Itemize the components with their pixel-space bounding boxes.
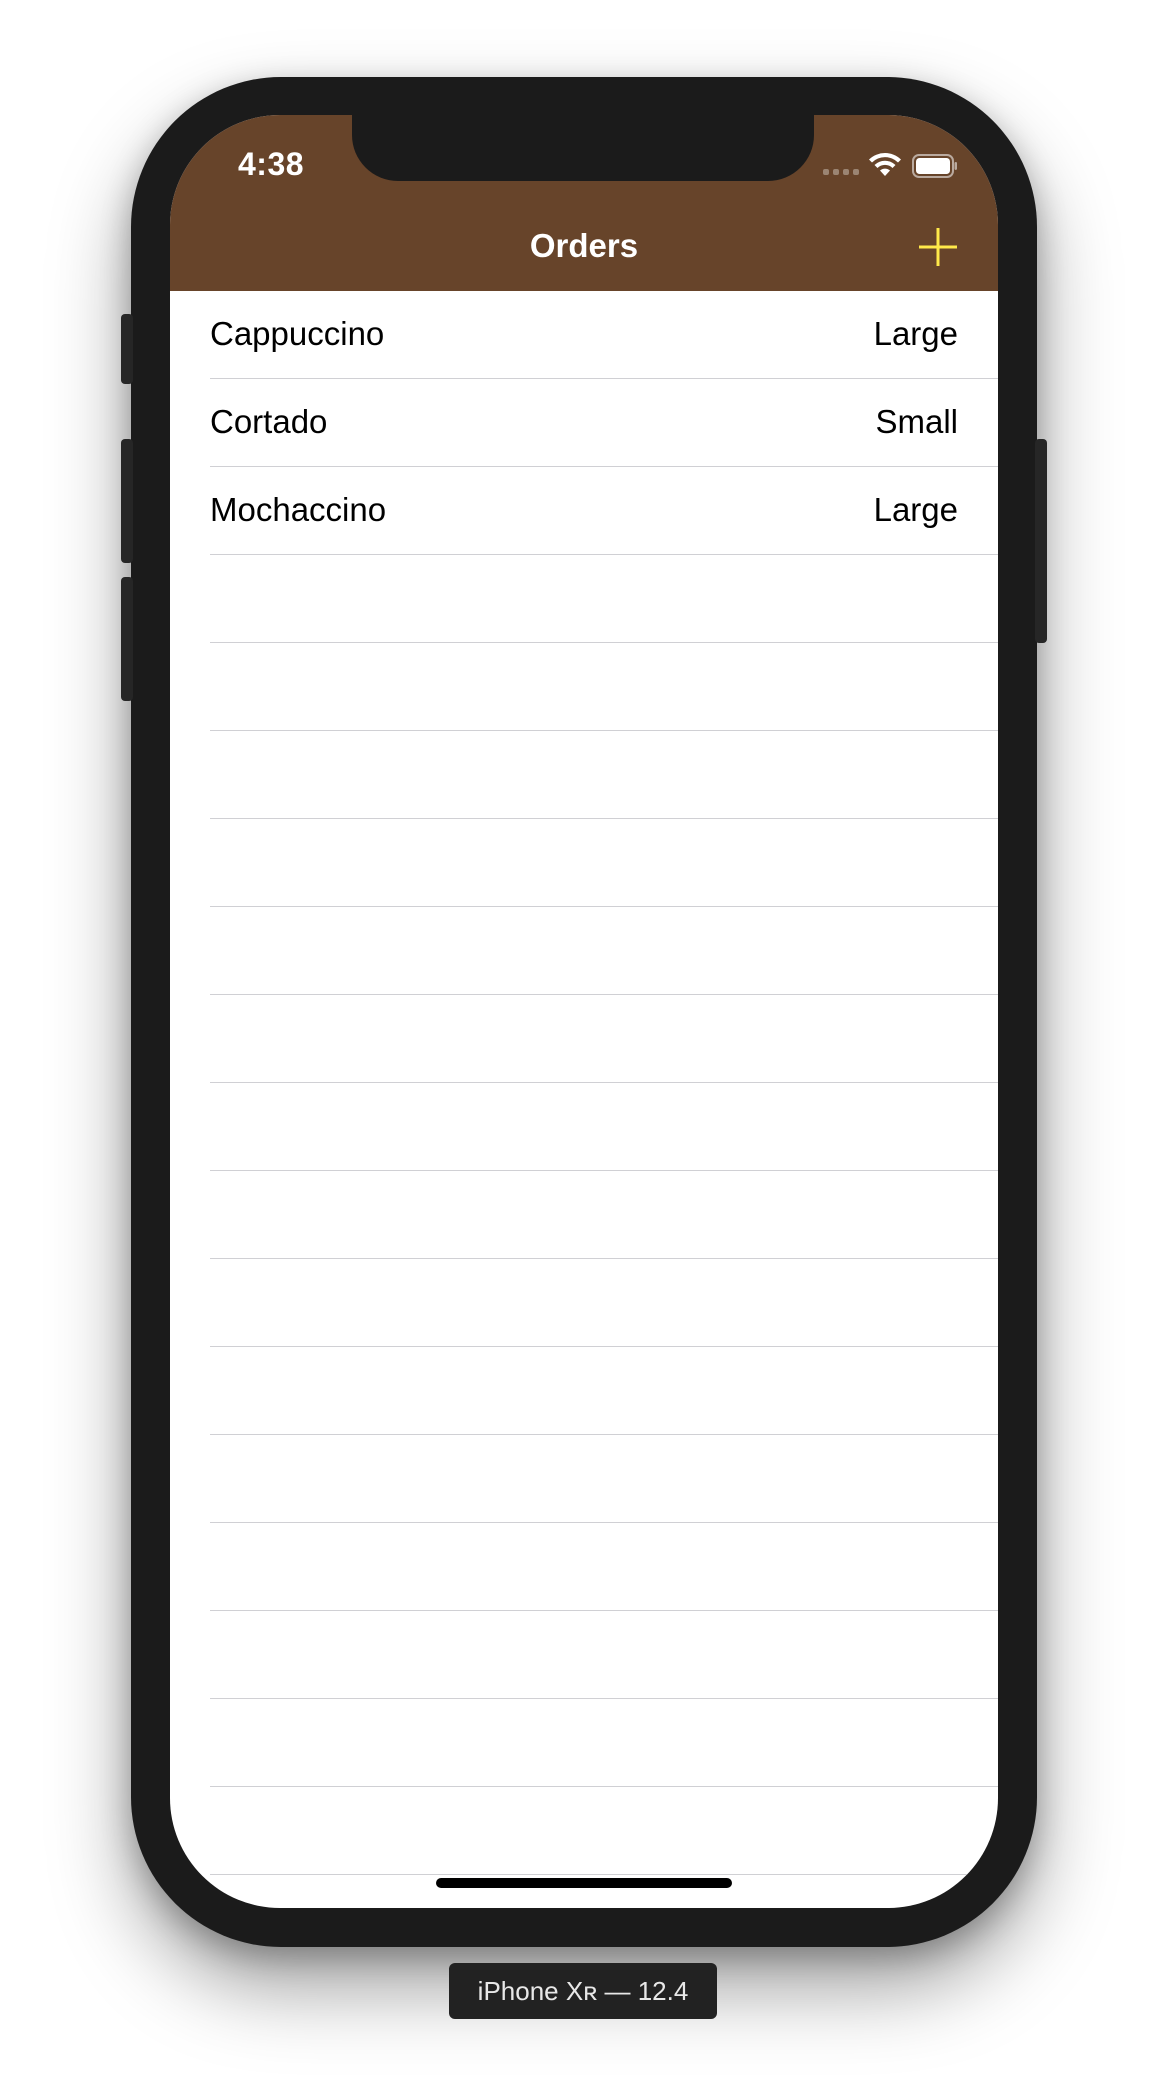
battery-icon (912, 154, 957, 178)
cellular-signal-icon (823, 169, 859, 175)
volume-down-button (121, 577, 133, 701)
empty-row (210, 555, 998, 643)
wifi-icon (869, 153, 901, 176)
add-order-button[interactable] (916, 225, 960, 269)
empty-row (210, 995, 998, 1083)
status-time: 4:38 (238, 146, 305, 182)
empty-row (210, 1171, 998, 1259)
mute-switch (121, 314, 133, 384)
empty-row (210, 1435, 998, 1523)
order-row[interactable]: Mochaccino Large (210, 467, 998, 555)
empty-row (210, 1611, 998, 1699)
empty-row (210, 1699, 998, 1787)
order-size: Small (875, 403, 958, 440)
empty-row (210, 1347, 998, 1435)
simulator-device-label: iPhone Xʀ — 12.4 (449, 1963, 717, 2019)
empty-row (210, 1259, 998, 1347)
page-title: Orders (529, 227, 639, 264)
empty-row (210, 731, 998, 819)
home-indicator[interactable] (436, 1878, 732, 1888)
order-name: Mochaccino (210, 491, 387, 528)
power-button (1035, 439, 1047, 643)
plus-icon (919, 228, 957, 266)
order-size: Large (873, 315, 958, 352)
volume-up-button (121, 439, 133, 563)
order-row[interactable]: Cappuccino Large (210, 291, 998, 379)
orders-table: Cappuccino Large Cortado Small Mochaccin… (170, 291, 998, 1908)
order-name: Cappuccino (210, 315, 385, 352)
device-screen: 4:38 Orders Cappuccino Large Cortado Sma… (170, 115, 998, 1908)
empty-row (210, 643, 998, 731)
empty-row (210, 907, 998, 995)
empty-row (210, 819, 998, 907)
notch (352, 115, 814, 181)
navigation-bar: 4:38 Orders (170, 115, 998, 291)
order-row[interactable]: Cortado Small (210, 379, 998, 467)
order-size: Large (873, 491, 958, 528)
order-name: Cortado (210, 403, 328, 440)
empty-row (210, 1523, 998, 1611)
empty-row (210, 1787, 998, 1875)
empty-row (210, 1083, 998, 1171)
